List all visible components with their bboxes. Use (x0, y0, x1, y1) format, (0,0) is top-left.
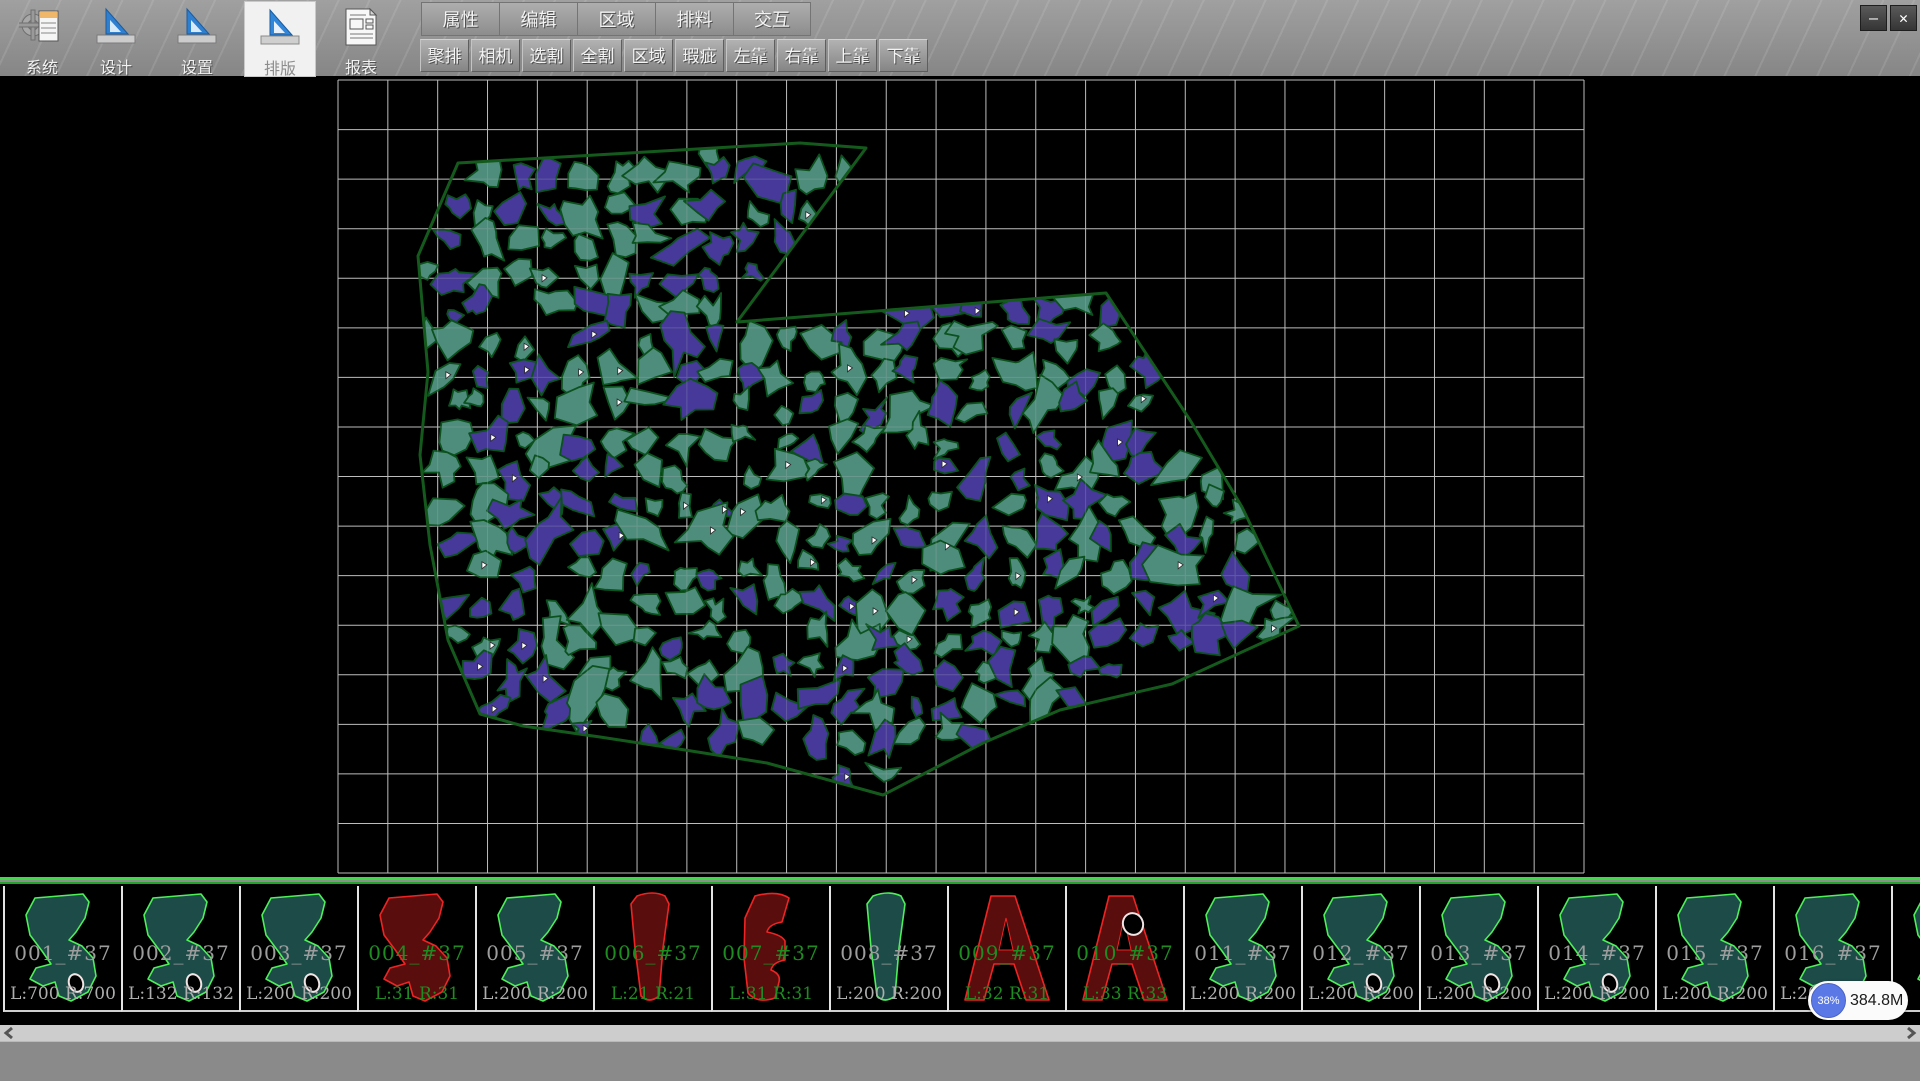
tool-button-5[interactable]: 区域 (624, 39, 673, 72)
sidebar-item-report[interactable]: 报表 (326, 1, 396, 75)
sidebar-item-label: 系统 (7, 54, 77, 78)
piece-id-label: 016_#37 (1775, 941, 1891, 965)
tool-button-1[interactable]: 聚排 (420, 39, 469, 72)
menu-bar: 属性编辑区域排料交互 (421, 2, 811, 36)
piece-id-label: 011_#37 (1185, 941, 1301, 965)
piece-id-label: 010_#37 (1067, 941, 1183, 965)
piece-thumbnail-015_#37[interactable]: 015_#37 L:200 R:200 (1655, 886, 1773, 1012)
layout-ruler-icon (257, 35, 303, 52)
piece-id-label: 013_#37 (1421, 941, 1537, 965)
sidebar-item-settings[interactable]: 设置 (162, 1, 232, 75)
status-bar (0, 1041, 1920, 1081)
piece-lr-count-label: L:200 R:200 (1421, 984, 1537, 1004)
piece-thumbnail-003_#37[interactable]: 003_#37 L:200 R:200 (239, 886, 357, 1012)
sidebar-item-label: 报表 (326, 54, 396, 78)
tool-button-7[interactable]: 左靠 (726, 39, 775, 72)
memory-usage-label: 384.8M (1850, 981, 1903, 1020)
menu-item-2[interactable]: 编辑 (499, 2, 577, 36)
piece-lr-count-label: L:200 R:200 (1185, 984, 1301, 1004)
piece-thumbnail-008_#37[interactable]: 008_#37 L:200 R:200 (829, 886, 947, 1012)
piece-thumbnail-005_#37[interactable]: 005_#37 L:200 R:200 (475, 886, 593, 1012)
piece-lr-count-label: L:200 R:200 (831, 984, 947, 1004)
nesting-canvas[interactable] (0, 79, 1920, 877)
sidebar-item-label: 设计 (81, 54, 151, 78)
tool-bar: 聚排相机选割全割区域瑕疵左靠右靠上靠下靠 (420, 39, 928, 72)
piece-thumbnail-004_#37[interactable]: 004_#37 L:31 R:31 (357, 886, 475, 1012)
piece-thumbnail-011_#37[interactable]: 011_#37 L:200 R:200 (1183, 886, 1301, 1012)
tool-button-2[interactable]: 相机 (471, 39, 520, 72)
menu-item-1[interactable]: 属性 (421, 2, 499, 36)
piece-id-label: 003_#37 (241, 941, 357, 965)
toolbar: 系统 设计 设置 排版 (0, 0, 1920, 79)
sidebar-item-layout[interactable]: 排版 (244, 1, 316, 77)
piece-lr-count-label: L:700 R:700 (5, 984, 121, 1004)
piece-id-label: 008_#37 (831, 941, 947, 965)
close-button[interactable]: ✕ (1890, 5, 1917, 31)
piece-lr-count-label: L:200 R:200 (1539, 984, 1655, 1004)
scroll-left-arrow-icon[interactable] (0, 1025, 18, 1041)
menu-item-3[interactable]: 区域 (577, 2, 655, 36)
utilization-percent-badge: 38% (1811, 983, 1846, 1018)
tool-button-8[interactable]: 右靠 (777, 39, 826, 72)
tool-button-9[interactable]: 上靠 (828, 39, 877, 72)
tool-button-6[interactable]: 瑕疵 (675, 39, 724, 72)
menu-item-4[interactable]: 排料 (655, 2, 733, 36)
piece-lr-count-label: L:200 R:200 (477, 984, 593, 1004)
status-badge: 38% 384.8M (1808, 981, 1908, 1020)
piece-thumbnail-010_#37[interactable]: 010_#37 L:33 R:33 (1065, 886, 1183, 1012)
piece-id-label: 012_#37 (1303, 941, 1419, 965)
tool-button-3[interactable]: 选割 (522, 39, 571, 72)
piece-lr-count-label: L:31 R:31 (713, 984, 829, 1004)
piece-thumbnail-002_#37[interactable]: 002_#37 L:132 R:132 (121, 886, 239, 1012)
piece-id-label: 006_#37 (595, 941, 711, 965)
report-document-icon (338, 34, 384, 51)
thumbnail-strip: 001_#37 L:700 R:700002_#37 L:132 R:132003_… (0, 884, 1920, 1025)
horizontal-scrollbar[interactable] (0, 1025, 1920, 1041)
menu-item-5[interactable]: 交互 (733, 2, 811, 36)
sidebar-item-design[interactable]: 设计 (81, 1, 151, 75)
piece-id-label: 0 (1893, 941, 1920, 965)
piece-id-label: 001_#37 (5, 941, 121, 965)
piece-lr-count-label: L:132 R:132 (123, 984, 239, 1004)
piece-thumbnail-007_#37[interactable]: 007_#37 L:31 R:31 (711, 886, 829, 1012)
sidebar-item-system[interactable]: 系统 (7, 1, 77, 75)
tool-button-10[interactable]: 下靠 (879, 39, 928, 72)
minimize-button[interactable]: – (1860, 5, 1887, 31)
piece-lr-count-label: L:21 R:21 (595, 984, 711, 1004)
piece-id-label: 014_#37 (1539, 941, 1655, 965)
piece-thumbnail-009_#37[interactable]: 009_#37 L:32 R:31 (947, 886, 1065, 1012)
hide-layout-drawing (0, 79, 1920, 877)
settings-ruler-icon (174, 34, 220, 51)
piece-lr-count-label: L:200 R:200 (241, 984, 357, 1004)
system-gear-icon (19, 34, 65, 51)
piece-id-label: 015_#37 (1657, 941, 1773, 965)
sidebar-item-label: 设置 (162, 54, 232, 78)
piece-lr-count-label: L:33 R:33 (1067, 984, 1183, 1004)
piece-thumbnail-012_#37[interactable]: 012_#37 L:200 R:200 (1301, 886, 1419, 1012)
piece-id-label: 007_#37 (713, 941, 829, 965)
piece-thumbnail-001_#37[interactable]: 001_#37 L:700 R:700 (3, 886, 121, 1012)
piece-thumbnail-013_#37[interactable]: 013_#37 L:200 R:200 (1419, 886, 1537, 1012)
piece-lr-count-label: L:32 R:31 (949, 984, 1065, 1004)
piece-id-label: 009_#37 (949, 941, 1065, 965)
tool-button-4[interactable]: 全割 (573, 39, 622, 72)
design-ruler-icon (93, 34, 139, 51)
piece-id-label: 005_#37 (477, 941, 593, 965)
strip-separator-line (0, 877, 1920, 880)
piece-lr-count-label: L:200 R:200 (1657, 984, 1773, 1004)
piece-id-label: 004_#37 (359, 941, 475, 965)
piece-thumbnail-014_#37[interactable]: 014_#37 L:200 R:200 (1537, 886, 1655, 1012)
piece-lr-count-label: L:31 R:31 (359, 984, 475, 1004)
piece-lr-count-label: L:200 R:200 (1303, 984, 1419, 1004)
piece-thumbnail-006_#37[interactable]: 006_#37 L:21 R:21 (593, 886, 711, 1012)
piece-id-label: 002_#37 (123, 941, 239, 965)
scroll-right-arrow-icon[interactable] (1902, 1025, 1920, 1041)
sidebar-item-label: 排版 (245, 55, 315, 79)
